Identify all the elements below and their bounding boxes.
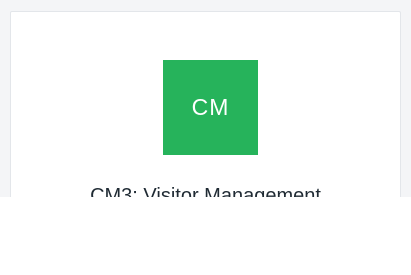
app-card[interactable]: CM CM3: Visitor Management (10, 11, 401, 197)
app-logo-initials: CM (191, 94, 230, 120)
page: CM CM3: Visitor Management (0, 0, 411, 275)
app-card-title: CM3: Visitor Management (90, 185, 321, 197)
app-logo-tile: CM (163, 60, 258, 155)
